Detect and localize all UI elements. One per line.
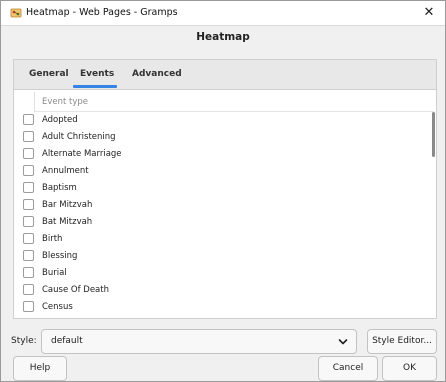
title-bar: Heatmap - Web Pages - Gramps ✕ [1,1,445,26]
list-item[interactable]: Adult Christening [14,129,432,146]
list-item[interactable]: Annulment [14,163,432,180]
tab-advanced-label: Advanced [132,69,182,79]
checkbox[interactable] [23,114,34,125]
tab-general[interactable]: General [29,69,69,79]
event-type-list: Adopted Adult Christening Alternate Marr… [14,112,432,316]
checkbox[interactable] [23,301,34,312]
dialog-window: Heatmap - Web Pages - Gramps ✕ Heatmap G… [0,0,446,382]
checkbox[interactable] [23,199,34,210]
list-item[interactable]: Burial [14,265,432,282]
tab-events-label: Events [80,69,115,79]
checkbox[interactable] [23,267,34,278]
checkbox[interactable] [23,131,34,142]
list-item-label: Cause Of Death [42,285,109,295]
list-item-label: Adult Christening [42,132,116,142]
list-item-label: Blessing [42,251,78,261]
active-tab-indicator [73,85,117,88]
tab-advanced[interactable]: Advanced [132,69,182,79]
list-item[interactable]: Bat Mitzvah [14,214,432,231]
checkbox[interactable] [23,148,34,159]
list-item-label: Baptism [42,183,77,193]
events-panel: Event type Adopted Adult Christening Alt… [13,89,437,319]
list-item[interactable]: Census [14,299,432,316]
vertical-scrollbar[interactable] [432,112,435,157]
cancel-button[interactable]: Cancel [318,356,378,381]
list-item-label: Birth [42,234,63,244]
style-dropdown-value: default [51,336,83,346]
style-label: Style: [11,336,37,346]
column-header-label: Event type [42,97,89,107]
tab-bar: General Events Advanced [13,59,437,89]
list-item-label: Bat Mitzvah [42,217,93,227]
gramps-app-icon [10,8,22,18]
list-item-label: Adopted [42,115,78,125]
list-item[interactable]: Blessing [14,248,432,265]
help-button[interactable]: Help [13,356,67,381]
checkbox[interactable] [23,216,34,227]
close-icon[interactable]: ✕ [421,4,437,22]
list-item[interactable]: Cause Of Death [14,282,432,299]
dialog-heading: Heatmap [196,31,250,43]
chevron-down-icon [338,339,348,345]
list-item-label: Census [42,302,73,312]
list-item-label: Bar Mitzvah [42,200,93,210]
column-header-event-type[interactable]: Event type [34,92,434,112]
list-item[interactable]: Bar Mitzvah [14,197,432,214]
checkbox[interactable] [23,233,34,244]
checkbox[interactable] [23,284,34,295]
list-item[interactable]: Alternate Marriage [14,146,432,163]
tab-general-label: General [29,69,69,79]
window-title: Heatmap - Web Pages - Gramps [26,7,178,18]
style-row: Style: default Style Editor... [1,327,445,355]
checkbox[interactable] [23,250,34,261]
list-item[interactable]: Adopted [14,112,432,129]
list-item[interactable]: Birth [14,231,432,248]
tab-events[interactable]: Events [73,69,117,88]
list-item-label: Alternate Marriage [42,149,122,159]
list-item[interactable]: Baptism [14,180,432,197]
ok-button[interactable]: OK [382,356,437,381]
list-item-label: Burial [42,268,67,278]
checkbox[interactable] [23,165,34,176]
list-item-label: Annulment [42,166,89,176]
style-dropdown[interactable]: default [41,329,357,354]
style-editor-button[interactable]: Style Editor... [367,329,437,354]
checkbox[interactable] [23,182,34,193]
